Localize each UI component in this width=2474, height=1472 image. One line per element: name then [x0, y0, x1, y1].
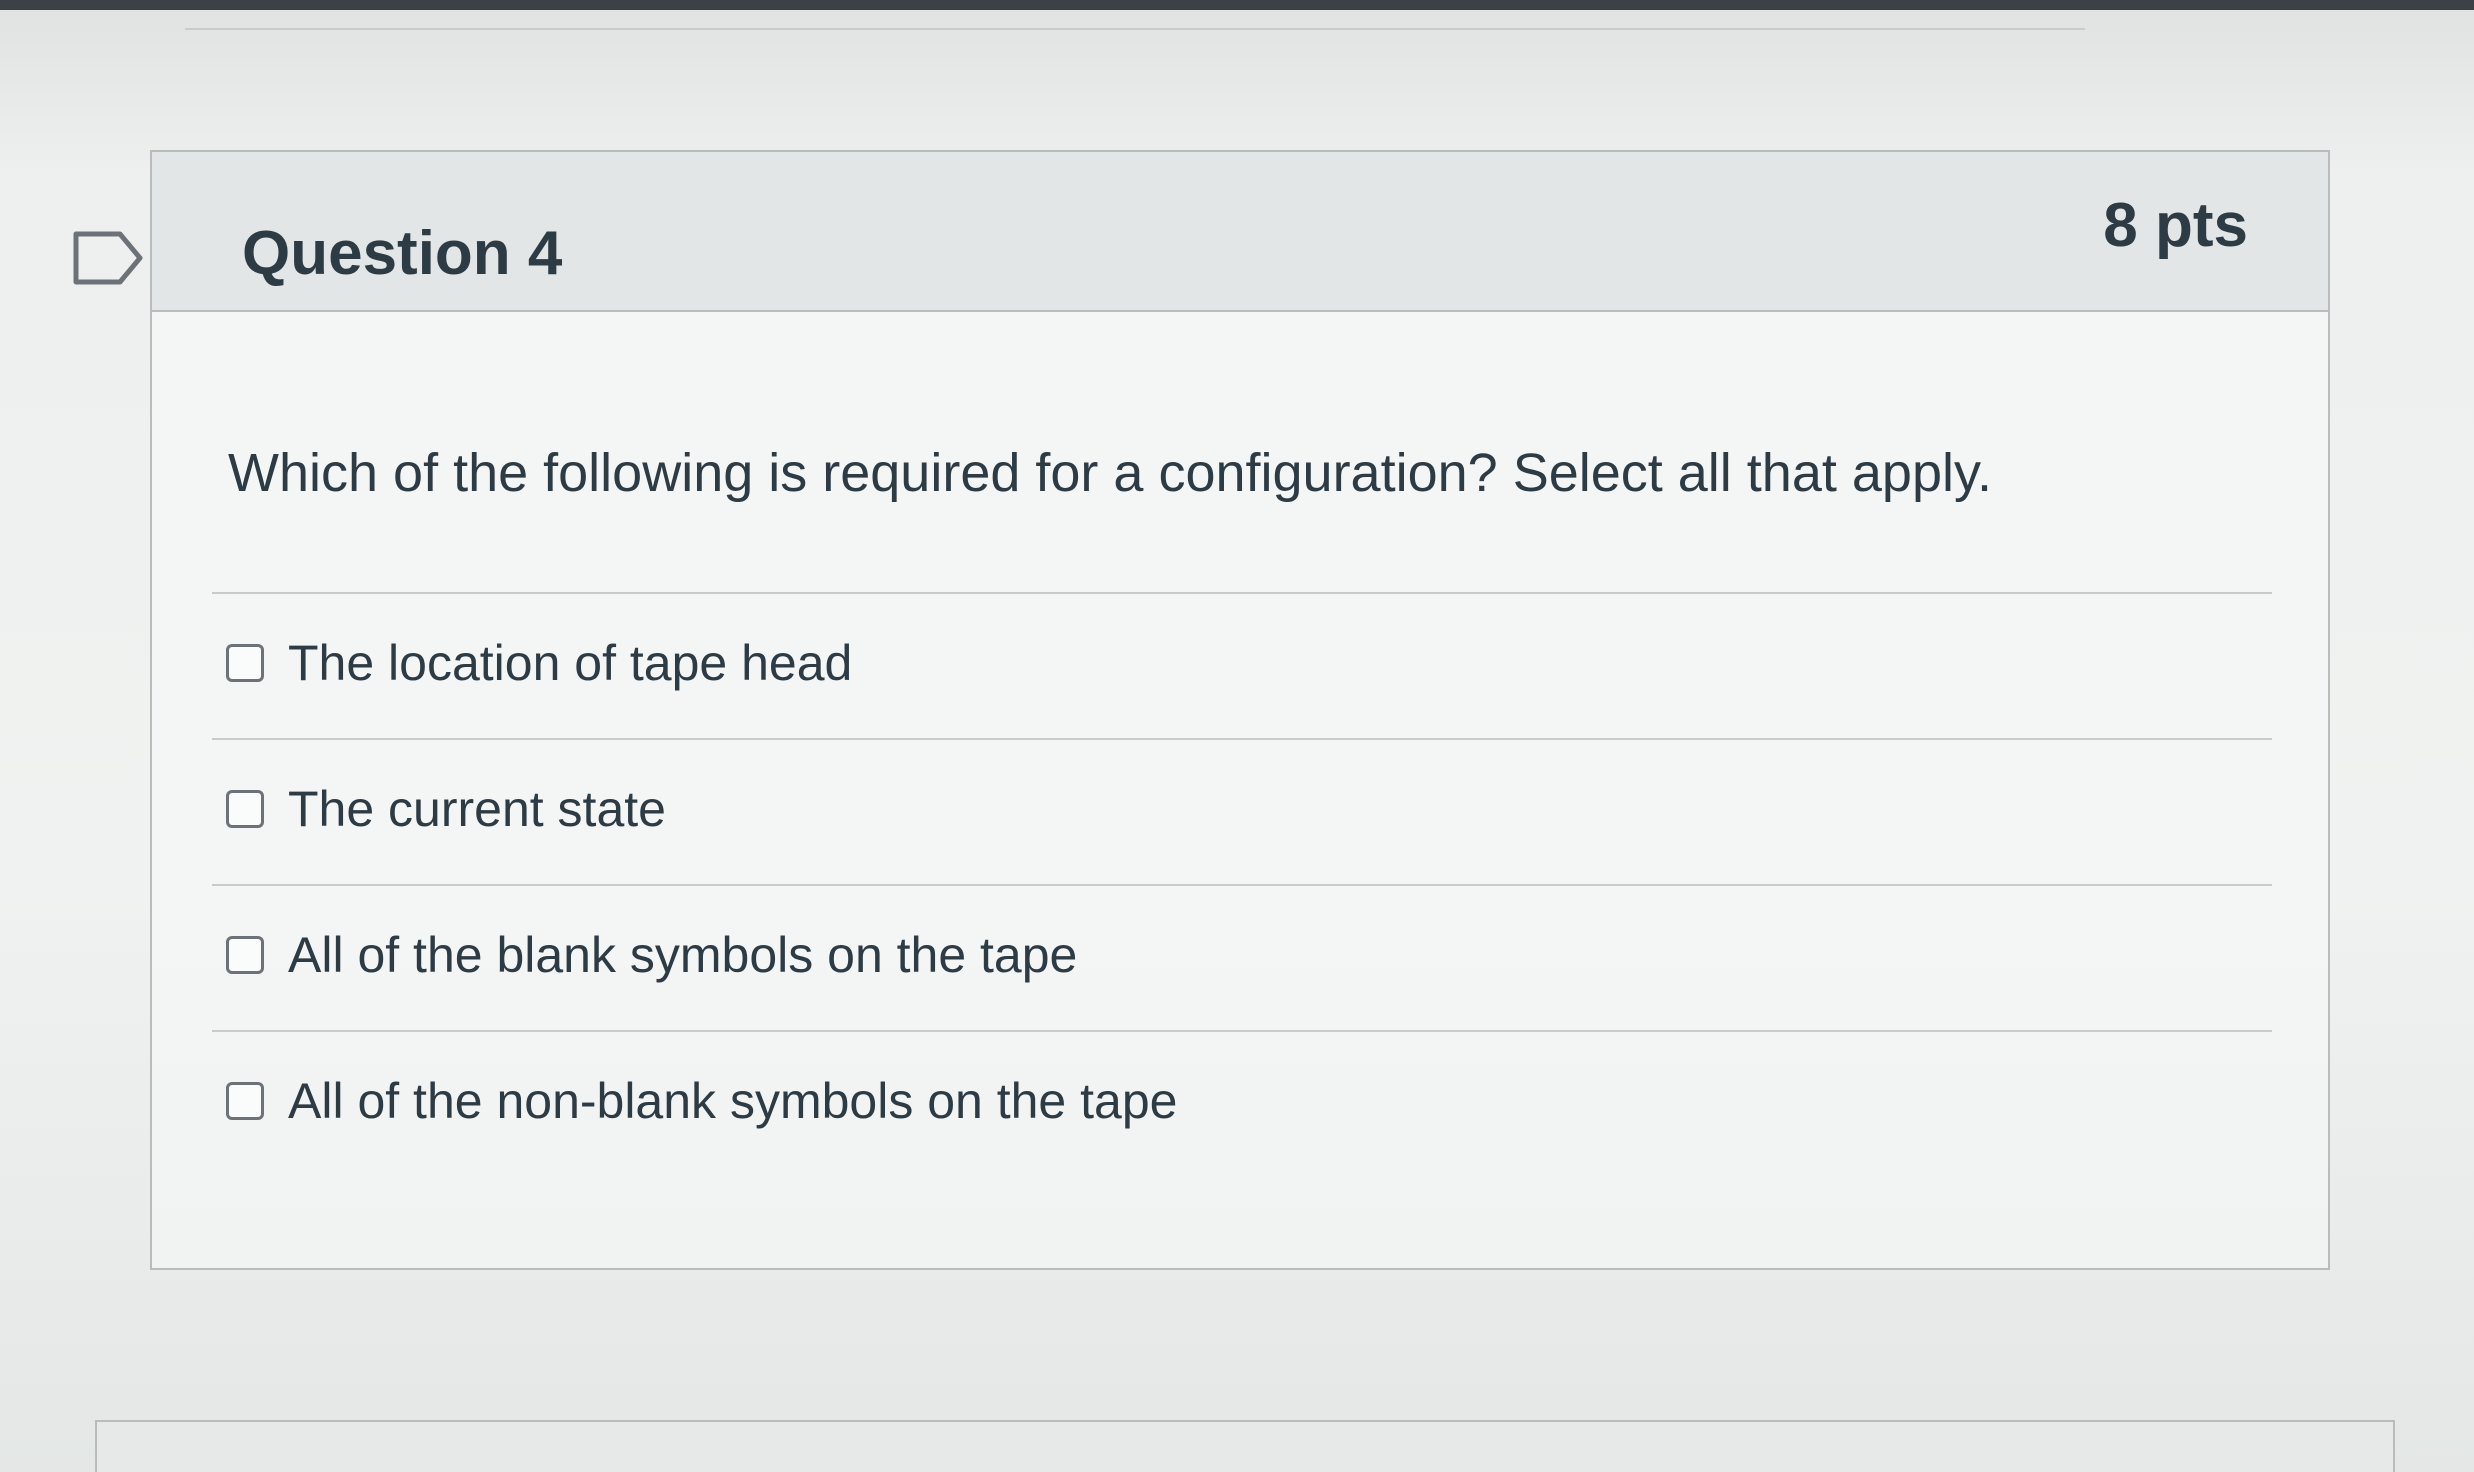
question-title: Question 4 — [242, 219, 563, 288]
answer-checkbox[interactable] — [226, 790, 264, 828]
answer-option[interactable]: The location of tape head — [212, 592, 2272, 738]
answer-option[interactable]: All of the non-blank symbols on the tape — [212, 1030, 2272, 1176]
page: Question 4 8 pts Which of the following … — [0, 0, 2474, 1472]
question-card: Question 4 8 pts Which of the following … — [150, 150, 2330, 1270]
question-text: Which of the following is required for a… — [228, 443, 1992, 503]
question-points: 8 pts — [2103, 191, 2248, 260]
answer-option[interactable]: All of the blank symbols on the tape — [212, 884, 2272, 1030]
answer-checkbox[interactable] — [226, 936, 264, 974]
question-header: Question 4 8 pts — [152, 152, 2328, 312]
next-question-card-edge — [95, 1420, 2395, 1472]
answer-list: The location of tape head The current st… — [212, 592, 2272, 1176]
answer-checkbox[interactable] — [226, 1082, 264, 1120]
answer-option[interactable]: The current state — [212, 738, 2272, 884]
answer-label[interactable]: The current state — [288, 780, 666, 838]
answer-label[interactable]: The location of tape head — [288, 634, 852, 692]
flag-question-icon[interactable] — [72, 230, 144, 286]
top-bar — [0, 0, 2474, 10]
previous-card-edge — [185, 28, 2085, 30]
answer-checkbox[interactable] — [226, 644, 264, 682]
answer-label[interactable]: All of the blank symbols on the tape — [288, 926, 1077, 984]
answer-label[interactable]: All of the non-blank symbols on the tape — [288, 1072, 1177, 1130]
